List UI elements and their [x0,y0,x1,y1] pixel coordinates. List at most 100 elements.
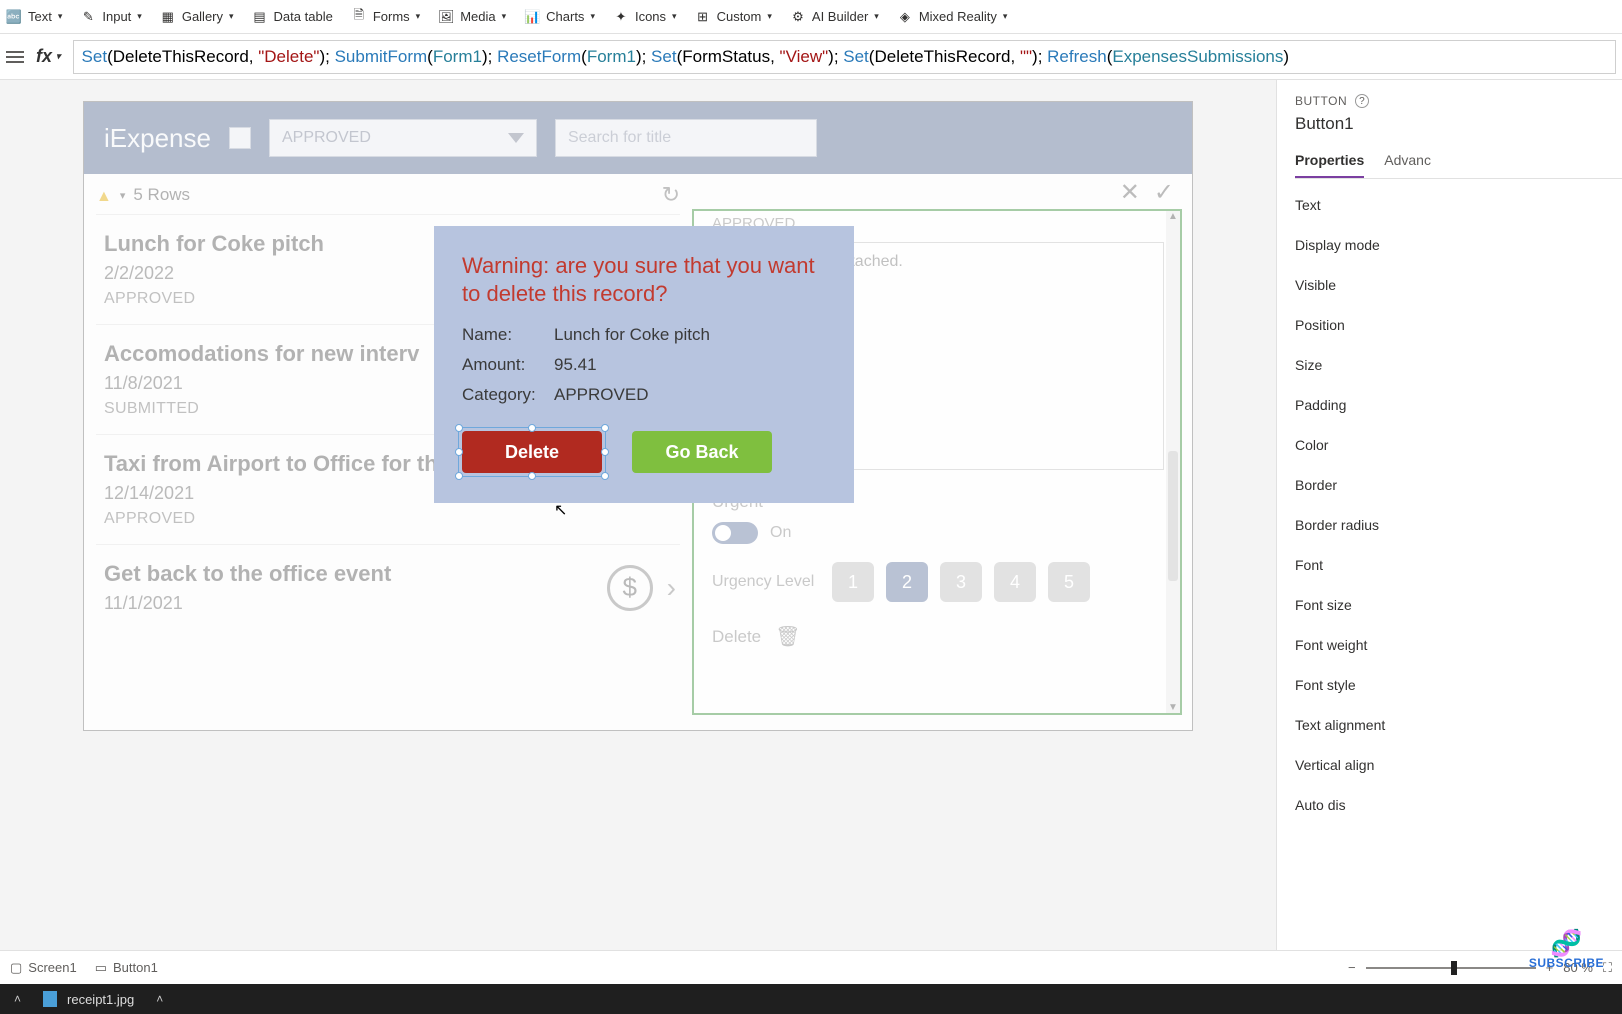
table-icon: ▤ [252,9,268,25]
chevron-down-icon: ▾ [590,11,595,22]
chevron-down-icon: ▾ [874,11,879,22]
ribbon-text[interactable]: 🔤Text▾ [6,9,62,25]
delete-confirmation-modal: Warning: are you sure that you want to d… [434,226,854,503]
chart-icon: 📊 [524,9,540,25]
rows-count: 5 Rows [133,185,190,205]
control-type: BUTTON [1295,94,1347,108]
level-1-button[interactable]: 1 [832,562,874,602]
property-row[interactable]: Vertical align [1295,757,1622,773]
property-row[interactable]: Visible [1295,277,1622,293]
download-file[interactable]: receipt1.jpg [43,991,134,1007]
fx-label[interactable]: fx▾ [36,46,61,67]
tab-properties[interactable]: Properties [1295,144,1364,178]
status-dropdown[interactable]: APPROVED [269,119,537,157]
chevron-right-icon[interactable]: › [667,572,676,604]
level-3-button[interactable]: 3 [940,562,982,602]
trash-icon[interactable]: 🗑 [775,624,800,649]
input-icon: ✎ [80,9,96,25]
app-header: iExpense APPROVED Search for title [84,102,1192,174]
property-row[interactable]: Color [1295,437,1622,453]
name-value: Lunch for Coke pitch [554,325,710,345]
gallery-icon: ▦ [160,9,176,25]
app-title: iExpense [104,123,211,154]
urgent-toggle[interactable] [712,522,758,544]
ribbon-datatable[interactable]: ▤Data table [252,9,333,25]
level-4-button[interactable]: 4 [994,562,1036,602]
level-5-button[interactable]: 5 [1048,562,1090,602]
go-back-button[interactable]: Go Back [632,431,772,473]
scroll-up-icon[interactable]: ▲ [1166,211,1180,222]
breadcrumb-control[interactable]: ▭Button1 [95,960,158,976]
ribbon-forms[interactable]: 🗎Forms▾ [351,9,420,25]
formula-input[interactable]: Set(DeleteThisRecord, "Delete"); SubmitF… [73,40,1616,74]
property-row[interactable]: Border [1295,477,1622,493]
item-status: APPROVED [104,510,672,528]
button-icon: ▭ [95,960,107,976]
fullscreen-icon[interactable]: ⛶ [1603,960,1612,976]
filter-checkbox[interactable] [229,127,251,149]
tab-advanced[interactable]: Advanc [1384,144,1431,178]
ribbon-input[interactable]: ✎Input▾ [80,9,141,25]
media-icon: 🖼 [438,9,454,25]
chevron-down-icon: ▾ [137,11,142,22]
property-row[interactable]: Font size [1295,597,1622,613]
zoom-slider[interactable] [1366,967,1536,969]
amount-value: 95.41 [554,355,597,375]
list-item[interactable]: Get back to the office event 11/1/2021 $… [96,544,680,630]
property-row[interactable]: Display mode [1295,237,1622,253]
selection-frame [458,427,606,477]
text-icon: 🔤 [6,9,22,25]
item-date: 11/1/2021 [104,593,672,614]
forms-icon: 🗎 [351,9,367,25]
property-row[interactable]: Font weight [1295,637,1622,653]
scroll-down-icon[interactable]: ▼ [1166,702,1180,713]
zoom-out-button[interactable]: − [1348,960,1356,975]
search-input[interactable]: Search for title [555,119,817,157]
menu-icon[interactable] [6,51,24,63]
info-icon[interactable]: ? [1355,94,1369,108]
icons-icon: ✦ [613,9,629,25]
ribbon-mixedreality[interactable]: ◈Mixed Reality▾ [897,9,1008,25]
download-bar: ˄ receipt1.jpg ˄ [0,984,1622,1014]
property-row[interactable]: Text [1295,197,1622,213]
custom-icon: ⊞ [695,9,711,25]
refresh-icon[interactable]: ↻ [662,182,680,208]
formula-bar: fx▾ Set(DeleteThisRecord, "Delete"); Sub… [0,34,1622,80]
property-row[interactable]: Size [1295,357,1622,373]
mr-icon: ◈ [897,9,913,25]
property-row[interactable]: Border radius [1295,517,1622,533]
dollar-icon: $ [607,565,653,611]
ribbon-aibuilder[interactable]: ⚙AI Builder▾ [790,9,879,25]
canvas-area[interactable]: iExpense APPROVED Search for title ▲ ▾ 5… [0,80,1276,950]
chevron-up-icon[interactable]: ˄ [156,992,163,1006]
submit-icon[interactable]: ✓ [1154,178,1174,207]
control-name[interactable]: Button1 [1295,114,1622,134]
file-icon [43,991,57,1007]
property-row[interactable]: Font style [1295,677,1622,693]
close-icon[interactable]: ✕ [1120,178,1140,207]
ribbon-charts[interactable]: 📊Charts▾ [524,9,595,25]
ribbon-media[interactable]: 🖼Media▾ [438,9,506,25]
delete-button[interactable]: Delete [462,431,602,473]
ribbon-gallery[interactable]: ▦Gallery▾ [160,9,234,25]
amount-label: Amount: [462,355,554,375]
chevron-up-icon[interactable]: ˄ [14,992,21,1006]
ribbon-icons[interactable]: ✦Icons▾ [613,9,677,25]
dna-icon: 🧬 [1550,930,1583,950]
level-2-button[interactable]: 2 [886,562,928,602]
property-row[interactable]: Padding [1295,397,1622,413]
urgency-level-label: Urgency Level [712,573,820,591]
property-row[interactable]: Font [1295,557,1622,573]
warning-icon: ▲ [96,188,112,206]
chevron-down-icon: ▾ [416,11,421,22]
breadcrumb-screen[interactable]: ▢Screen1 [10,960,77,976]
property-row[interactable]: Text alignment [1295,717,1622,733]
dropdown-value: APPROVED [282,129,371,147]
scroll-thumb[interactable] [1168,451,1178,581]
name-label: Name: [462,325,554,345]
form-scrollbar[interactable]: ▲ ▼ [1166,211,1180,713]
file-name: receipt1.jpg [67,992,134,1007]
property-row[interactable]: Auto dis [1295,797,1622,813]
property-row[interactable]: Position [1295,317,1622,333]
ribbon-custom[interactable]: ⊞Custom▾ [695,9,772,25]
